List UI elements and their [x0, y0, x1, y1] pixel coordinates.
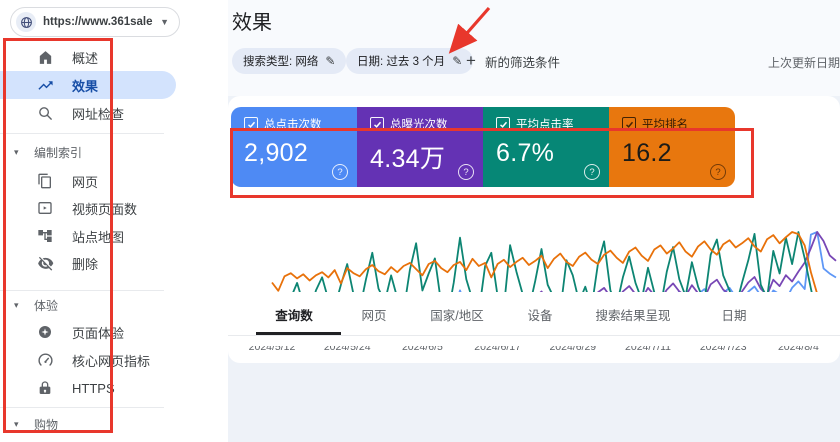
- tab-queries[interactable]: 查询数: [275, 305, 313, 324]
- sidebar-divider: [0, 290, 164, 291]
- search-icon: [36, 104, 54, 122]
- search-type-filter-chip[interactable]: 搜索类型: 网络 ✎: [232, 48, 346, 74]
- sidebar-item-page-experience[interactable]: 页面体验: [0, 318, 200, 346]
- tab-pages[interactable]: 网页: [361, 305, 386, 324]
- last-updated-label: 上次更新日期:: [768, 54, 840, 71]
- help-icon[interactable]: ?: [710, 164, 726, 180]
- metric-card-average-position[interactable]: 平均排名 16.2 ?: [609, 107, 735, 187]
- property-selector[interactable]: https://www.361sale.... ▼: [10, 7, 180, 37]
- sidebar-item-performance[interactable]: 效果: [0, 71, 176, 99]
- caret-down-icon: ▾: [14, 301, 19, 310]
- sidebar-section-indexing[interactable]: ▾ 编制索引: [0, 143, 200, 161]
- tab-devices[interactable]: 设备: [527, 305, 552, 324]
- video-pages-icon: [36, 199, 54, 217]
- help-icon[interactable]: ?: [332, 164, 348, 180]
- sidebar-item-video-pages[interactable]: 视频页面数: [0, 194, 200, 222]
- checkbox-checked-icon[interactable]: [496, 117, 510, 131]
- gauge-icon: [36, 351, 54, 369]
- sidebar-item-overview[interactable]: 概述: [0, 43, 200, 71]
- sitemap-icon: [36, 227, 54, 245]
- tab-countries[interactable]: 国家/地区: [430, 305, 483, 324]
- property-url: https://www.361sale....: [43, 16, 153, 28]
- plus-icon: +: [466, 51, 476, 71]
- visibility-off-icon: [36, 254, 54, 272]
- sidebar-divider: [0, 407, 164, 408]
- metric-cards-row: 总点击次数 2,902 ? 总曝光次数 4.34万 ?: [231, 107, 735, 187]
- pages-icon: [36, 172, 54, 190]
- help-icon[interactable]: ?: [458, 164, 474, 180]
- caret-down-icon: ▾: [14, 420, 19, 429]
- search-console-app: { "app": { "property": "https://www.361s…: [0, 0, 840, 442]
- sidebar-item-pages[interactable]: 网页: [0, 167, 200, 195]
- dimension-tabs-card: 查询数 网页 国家/地区 设备 搜索结果呈现 日期: [228, 292, 840, 346]
- lock-icon: [36, 379, 54, 397]
- edit-pencil-icon[interactable]: ✎: [325, 54, 335, 68]
- sidebar-section-shopping[interactable]: ▾ 购物: [0, 415, 200, 433]
- checkbox-checked-icon[interactable]: [370, 117, 384, 131]
- sidebar-item-removals[interactable]: 删除: [0, 249, 200, 277]
- home-icon: [36, 48, 54, 66]
- sidebar: https://www.361sale.... ▼ 概述 效果 网址检查 ▾ 编…: [0, 0, 228, 442]
- sidebar-divider: [0, 133, 164, 134]
- chevron-down-icon: ▼: [160, 18, 169, 27]
- tab-dates[interactable]: 日期: [721, 305, 746, 324]
- checkbox-checked-icon[interactable]: [622, 117, 636, 131]
- sidebar-item-https[interactable]: HTTPS: [0, 374, 200, 402]
- sidebar-item-sitemaps[interactable]: 站点地图: [0, 222, 200, 250]
- metric-card-average-ctr[interactable]: 平均点击率 6.7% ?: [483, 107, 609, 187]
- page-experience-icon: [36, 323, 54, 341]
- metric-card-total-clicks[interactable]: 总点击次数 2,902 ?: [231, 107, 357, 187]
- main-content: 效果 搜索类型: 网络 ✎ 日期: 过去 3 个月 ✎ + 新的筛选条件 上次更…: [228, 0, 840, 442]
- date-filter-chip[interactable]: 日期: 过去 3 个月 ✎: [346, 48, 473, 74]
- page-title: 效果: [232, 6, 272, 35]
- caret-down-icon: ▾: [14, 148, 19, 157]
- help-icon[interactable]: ?: [584, 164, 600, 180]
- tab-search-appearance[interactable]: 搜索结果呈现: [595, 305, 670, 324]
- sidebar-item-url-inspection[interactable]: 网址检查: [0, 99, 200, 127]
- checkbox-checked-icon[interactable]: [244, 117, 258, 131]
- property-globe-icon: [16, 12, 36, 32]
- metric-card-total-impressions[interactable]: 总曝光次数 4.34万 ?: [357, 107, 483, 187]
- tabs-divider: [228, 335, 840, 336]
- sidebar-item-core-web-vitals[interactable]: 核心网页指标: [0, 346, 200, 374]
- sidebar-section-experience[interactable]: ▾ 体验: [0, 296, 200, 314]
- trending-up-icon: [36, 76, 54, 94]
- new-filter-button[interactable]: + 新的筛选条件: [466, 48, 560, 74]
- edit-pencil-icon[interactable]: ✎: [452, 54, 462, 68]
